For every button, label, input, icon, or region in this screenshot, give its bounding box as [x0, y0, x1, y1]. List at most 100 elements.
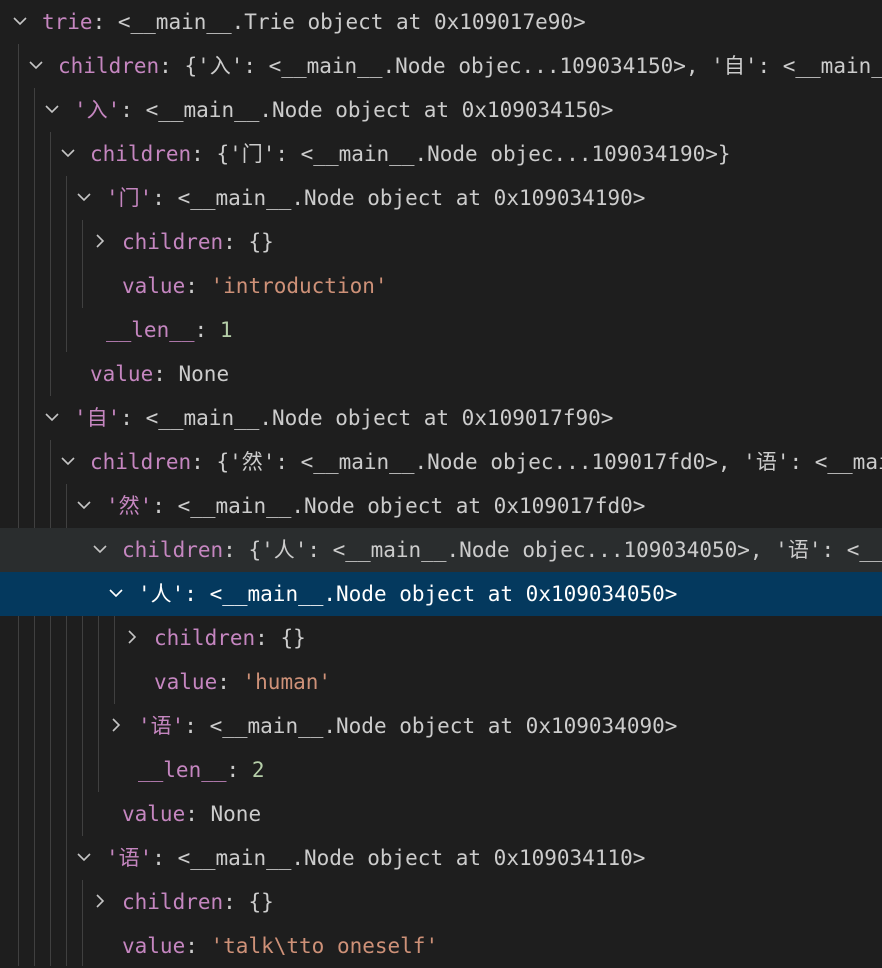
- chevron-down-icon[interactable]: [58, 440, 78, 484]
- variable-value: None: [210, 802, 262, 826]
- variable-value: {'然': <__main__.Node objec...109017fd0>,…: [216, 450, 882, 474]
- chevron-right-icon[interactable]: [90, 220, 110, 264]
- variable-value: {'门': <__main__.Node objec...109034190>}: [216, 142, 731, 166]
- variable-value: 'introduction': [210, 274, 388, 298]
- tree-row-trie[interactable]: trie: <__main__.Trie object at 0x109017e…: [0, 0, 882, 44]
- separator: :: [184, 714, 210, 738]
- tree-row-node-yu[interactable]: '语': <__main__.Node object at 0x10903409…: [0, 704, 882, 748]
- chevron-down-icon[interactable]: [106, 572, 126, 616]
- variables-tree: trie: <__main__.Trie object at 0x109017e…: [0, 0, 882, 966]
- variable-value: {}: [248, 230, 274, 254]
- separator: :: [223, 890, 249, 914]
- separator: :: [185, 934, 211, 958]
- separator: :: [191, 142, 217, 166]
- tree-row-value[interactable]: value: 'introduction': [0, 264, 882, 308]
- chevron-down-icon[interactable]: [90, 528, 110, 572]
- variable-value: 1: [219, 318, 233, 342]
- variable-name: children: [90, 450, 192, 474]
- separator: :: [194, 318, 220, 342]
- tree-row-children[interactable]: children: {'人': <__main__.Node objec...1…: [0, 528, 882, 572]
- variable-name: children: [90, 142, 192, 166]
- tree-row-value[interactable]: value: None: [0, 792, 882, 836]
- variable-value: <__main__.Node object at 0x109034110>: [177, 846, 646, 870]
- chevron-down-icon[interactable]: [74, 484, 94, 528]
- variable-name: value: [122, 934, 186, 958]
- variable-name: '门': [106, 186, 153, 210]
- separator: :: [92, 10, 118, 34]
- separator: :: [217, 670, 243, 694]
- tree-row-children[interactable]: children: {'门': <__main__.Node objec...1…: [0, 132, 882, 176]
- tree-row-value[interactable]: value: None: [0, 352, 882, 396]
- variable-name: children: [122, 890, 224, 914]
- variable-value: <__main__.Node object at 0x109034050>: [209, 582, 678, 606]
- separator: :: [152, 846, 178, 870]
- variable-name: '语': [106, 846, 153, 870]
- variable-name: '然': [106, 494, 153, 518]
- chevron-down-icon[interactable]: [10, 0, 30, 44]
- tree-row-children[interactable]: children: {'然': <__main__.Node objec...1…: [0, 440, 882, 484]
- chevron-down-icon[interactable]: [26, 44, 46, 88]
- tree-row-children[interactable]: children: {}: [0, 220, 882, 264]
- tree-row-node-ran[interactable]: '然': <__main__.Node object at 0x109017fd…: [0, 484, 882, 528]
- separator: :: [185, 802, 211, 826]
- chevron-down-icon[interactable]: [58, 132, 78, 176]
- variable-value: 2: [251, 758, 265, 782]
- variable-value: <__main__.Node object at 0x109017f90>: [145, 406, 614, 430]
- chevron-down-icon[interactable]: [74, 176, 94, 220]
- tree-row-node-ru[interactable]: '入': <__main__.Node object at 0x10903415…: [0, 88, 882, 132]
- separator: :: [255, 626, 281, 650]
- variable-name: children: [58, 54, 160, 78]
- variable-value: <__main__.Trie object at 0x109017e90>: [117, 10, 586, 34]
- variable-name: '语': [138, 714, 185, 738]
- tree-row-children[interactable]: children: {'入': <__main__.Node objec...1…: [0, 44, 882, 88]
- tree-row-children[interactable]: children: {}: [0, 616, 882, 660]
- variable-name: children: [122, 230, 224, 254]
- tree-row-value[interactable]: value: 'human': [0, 660, 882, 704]
- variable-name: __len__: [138, 758, 227, 782]
- tree-row-node-ren[interactable]: '人': <__main__.Node object at 0x10903405…: [0, 572, 882, 616]
- separator: :: [153, 362, 179, 386]
- variable-value: {'人': <__main__.Node objec...109034050>,…: [248, 538, 882, 562]
- variable-value: {}: [248, 890, 274, 914]
- separator: :: [152, 186, 178, 210]
- tree-row-len[interactable]: __len__: 1: [0, 308, 882, 352]
- variable-value: {'入': <__main__.Node objec...109034150>,…: [184, 54, 882, 78]
- variable-value: None: [178, 362, 230, 386]
- separator: :: [184, 582, 210, 606]
- chevron-down-icon[interactable]: [42, 396, 62, 440]
- variable-value: <__main__.Node object at 0x109034090>: [209, 714, 678, 738]
- variable-name: value: [154, 670, 218, 694]
- chevron-right-icon[interactable]: [106, 704, 126, 748]
- chevron-down-icon[interactable]: [74, 836, 94, 880]
- variable-name: value: [90, 362, 154, 386]
- variable-name: '入': [74, 98, 121, 122]
- chevron-down-icon[interactable]: [42, 88, 62, 132]
- variable-name: '自': [74, 406, 121, 430]
- variable-value: <__main__.Node object at 0x109034150>: [145, 98, 614, 122]
- variable-value: 'human': [242, 670, 332, 694]
- variable-name: trie: [42, 10, 93, 34]
- tree-row-value[interactable]: value: 'talk\tto oneself': [0, 924, 882, 968]
- tree-row-node-zi[interactable]: '自': <__main__.Node object at 0x109017f9…: [0, 396, 882, 440]
- tree-row-len[interactable]: __len__: 2: [0, 748, 882, 792]
- tree-row-children[interactable]: children: {}: [0, 880, 882, 924]
- separator: :: [159, 54, 185, 78]
- variable-name: '人': [138, 582, 185, 606]
- separator: :: [152, 494, 178, 518]
- variable-name: __len__: [106, 318, 195, 342]
- separator: :: [120, 98, 146, 122]
- tree-row-node-men[interactable]: '门': <__main__.Node object at 0x10903419…: [0, 176, 882, 220]
- chevron-right-icon[interactable]: [122, 616, 142, 660]
- variable-value: <__main__.Node object at 0x109034190>: [177, 186, 646, 210]
- chevron-right-icon[interactable]: [90, 880, 110, 924]
- separator: :: [191, 450, 217, 474]
- tree-row-node-yu[interactable]: '语': <__main__.Node object at 0x10903411…: [0, 836, 882, 880]
- separator: :: [223, 230, 249, 254]
- variable-value: {}: [280, 626, 306, 650]
- variable-value: 'talk\tto oneself': [210, 934, 439, 958]
- separator: :: [226, 758, 252, 782]
- variable-name: value: [122, 802, 186, 826]
- separator: :: [185, 274, 211, 298]
- variable-name: children: [154, 626, 256, 650]
- separator: :: [223, 538, 249, 562]
